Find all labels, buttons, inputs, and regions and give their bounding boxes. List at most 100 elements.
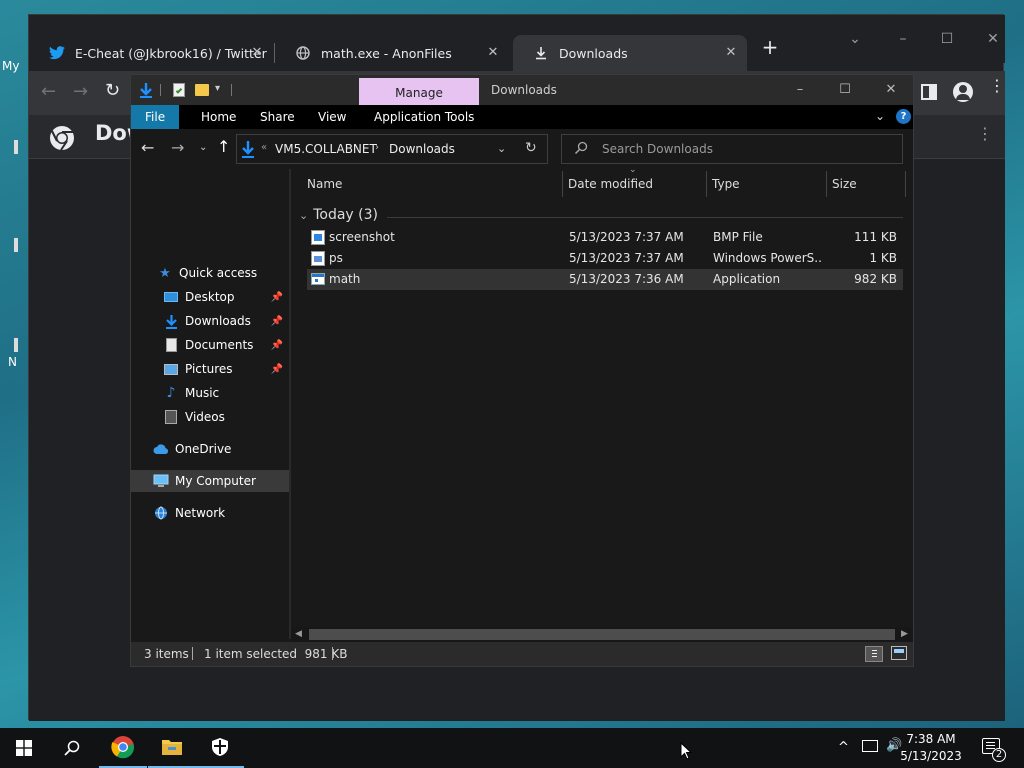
start-button[interactable] xyxy=(0,728,48,768)
file-row-math[interactable]: math 5/13/2023 7:36 AM Application 982 KB xyxy=(307,269,903,290)
close-tab-icon[interactable]: ✕ xyxy=(485,45,501,61)
column-separator[interactable] xyxy=(706,171,707,197)
column-separator[interactable] xyxy=(826,171,827,197)
column-header-size[interactable]: Size xyxy=(832,169,857,199)
scroll-right-icon[interactable]: ▶ xyxy=(901,629,908,639)
horizontal-scrollbar[interactable]: ◀ ▶ xyxy=(291,627,913,642)
taskbar-file-explorer[interactable] xyxy=(148,728,196,768)
ribbon-tab-file[interactable]: File xyxy=(131,105,180,129)
ribbon-tab-share[interactable]: Share xyxy=(260,105,295,129)
nav-item-downloads[interactable]: Downloads 📌 xyxy=(131,310,289,332)
new-tab-button[interactable]: + xyxy=(759,37,781,59)
desktop-icon-label[interactable]: N xyxy=(8,355,17,369)
scrollbar-thumb[interactable] xyxy=(309,629,895,640)
music-icon: ♪ xyxy=(166,385,176,401)
new-folder-icon[interactable] xyxy=(195,84,209,96)
address-history-chevron-icon[interactable]: ⌄ xyxy=(497,142,506,155)
customize-toolbar-icon[interactable]: ▾ xyxy=(215,83,220,94)
column-header-date-modified[interactable]: Date modified xyxy=(568,169,653,199)
chrome-tab-anonfiles[interactable]: math.exe - AnonFiles ✕ xyxy=(275,35,509,71)
help-icon[interactable]: ? xyxy=(896,109,911,124)
nav-item-pictures[interactable]: Pictures 📌 xyxy=(131,358,289,380)
close-tab-icon[interactable]: ✕ xyxy=(249,45,265,61)
chrome-tab-twitter[interactable]: E-Cheat (@Jkbrook16) / Twitter ✕ xyxy=(29,35,273,71)
ribbon-tab-home[interactable]: Home xyxy=(201,105,236,129)
close-icon[interactable]: ✕ xyxy=(983,29,1003,49)
window-title: Downloads xyxy=(491,83,557,97)
close-tab-icon[interactable]: ✕ xyxy=(723,45,739,61)
side-panel-icon[interactable] xyxy=(921,84,937,100)
nav-item-videos[interactable]: Videos xyxy=(131,406,289,428)
nav-label: Quick access xyxy=(179,266,258,280)
reload-icon[interactable]: ↻ xyxy=(105,80,129,104)
maximize-icon[interactable]: ☐ xyxy=(830,80,860,100)
network-status-icon[interactable] xyxy=(862,740,878,752)
ribbon-tab-view[interactable]: View xyxy=(318,105,346,129)
expand-ribbon-chevron-icon[interactable]: ⌄ xyxy=(875,109,885,123)
bmp-file-icon xyxy=(311,230,325,245)
properties-icon[interactable] xyxy=(173,83,185,97)
nav-item-my-computer[interactable]: My Computer xyxy=(131,470,289,492)
search-box[interactable]: Search Downloads xyxy=(561,134,903,164)
network-icon xyxy=(153,505,169,521)
nav-label: Pictures xyxy=(185,362,233,376)
column-separator[interactable] xyxy=(562,171,563,197)
minimize-icon[interactable]: – xyxy=(893,29,913,49)
taskbar-security[interactable] xyxy=(196,728,244,768)
desktop-icon-label[interactable]: My xyxy=(2,59,19,73)
forward-icon[interactable]: → xyxy=(171,139,184,157)
file-row-ps[interactable]: ps 5/13/2023 7:37 AM Windows PowerS... 1 KB xyxy=(307,248,903,269)
file-row-screenshot[interactable]: screenshot 5/13/2023 7:37 AM BMP File 111 K… xyxy=(307,227,903,248)
scroll-left-icon[interactable]: ◀ xyxy=(295,629,302,639)
breadcrumb-current[interactable]: Downloads xyxy=(389,142,455,156)
column-header-type[interactable]: Type xyxy=(712,169,740,199)
clock-date: 5/13/2023 xyxy=(900,749,962,763)
back-icon[interactable]: ← xyxy=(141,139,154,157)
maximize-icon[interactable]: ☐ xyxy=(937,29,957,49)
back-icon[interactable]: ← xyxy=(41,81,65,105)
forward-icon[interactable]: → xyxy=(73,81,97,105)
taskbar-clock[interactable]: 7:38 AM 5/13/2023 xyxy=(896,731,966,765)
nav-item-desktop[interactable]: Desktop 📌 xyxy=(131,286,289,308)
manage-contextual-tab[interactable]: Manage xyxy=(359,78,479,105)
chrome-tab-downloads[interactable]: Downloads ✕ xyxy=(513,35,747,71)
refresh-icon[interactable]: ↻ xyxy=(525,140,537,156)
group-header-today[interactable]: ⌄ Today (3) xyxy=(299,207,378,223)
twitter-icon xyxy=(49,45,65,61)
tab-search-chevron-icon[interactable]: ⌄ xyxy=(845,29,865,49)
file-date-modified: 5/13/2023 7:36 AM xyxy=(569,272,684,286)
collapse-group-icon[interactable]: ⌄ xyxy=(299,209,308,222)
page-menu-icon[interactable]: ⋮ xyxy=(977,126,993,142)
desktop-folder-icon xyxy=(163,289,179,305)
chrome-menu-icon[interactable]: ⋮ xyxy=(989,78,1005,94)
chrome-logo-icon xyxy=(49,125,75,151)
pin-icon: 📌 xyxy=(270,315,283,327)
profile-icon[interactable] xyxy=(953,82,973,102)
file-type: Application xyxy=(713,272,781,286)
ribbon-tab-application-tools[interactable]: Application Tools xyxy=(374,105,474,129)
nav-item-music[interactable]: ♪ Music xyxy=(131,382,289,404)
column-separator[interactable] xyxy=(905,171,906,197)
nav-label: Videos xyxy=(185,410,225,424)
address-bar[interactable]: « VM5.COLLABNET › Downloads ⌄ ↻ xyxy=(236,134,548,164)
taskbar-chrome[interactable] xyxy=(99,728,147,768)
large-icons-view-icon[interactable] xyxy=(891,646,907,660)
column-header-name[interactable]: Name xyxy=(307,169,342,199)
nav-item-quick-access[interactable]: ★ Quick access xyxy=(131,262,289,284)
recent-locations-chevron-icon[interactable]: ⌄ xyxy=(199,142,207,153)
breadcrumb-separator-icon[interactable]: › xyxy=(375,142,379,153)
search-button[interactable] xyxy=(48,728,96,768)
close-icon[interactable]: ✕ xyxy=(876,80,906,100)
nav-item-onedrive[interactable]: OneDrive xyxy=(131,438,289,460)
nav-item-documents[interactable]: Documents 📌 xyxy=(131,334,289,356)
downloads-folder-icon xyxy=(163,313,179,329)
show-hidden-icons-chevron[interactable]: ^ xyxy=(838,740,849,755)
file-name: ps xyxy=(329,251,343,265)
details-view-icon[interactable] xyxy=(865,646,883,662)
nav-item-network[interactable]: Network xyxy=(131,502,289,524)
minimize-icon[interactable]: – xyxy=(785,80,815,100)
breadcrumb-root[interactable]: VM5.COLLABNET xyxy=(275,142,377,156)
up-icon[interactable]: ↑ xyxy=(217,138,230,156)
star-icon: ★ xyxy=(159,265,171,281)
pin-icon: 📌 xyxy=(270,339,283,351)
